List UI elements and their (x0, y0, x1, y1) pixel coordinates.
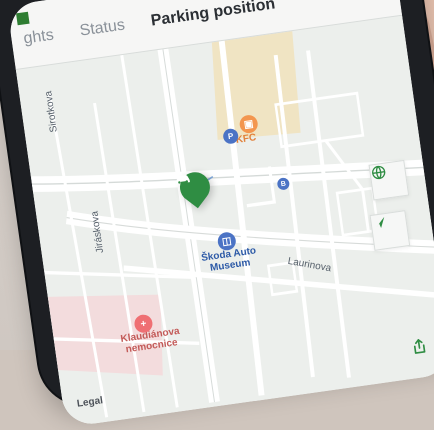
map-view[interactable]: Sirotkova Jiráskova Laurinova ▣ KFC ◫ Šk… (15, 14, 434, 428)
tab-parking-position[interactable]: Parking position (150, 0, 277, 31)
tab-lights[interactable]: ghts (22, 26, 54, 48)
phone-screen: ghts Status Parking position Sirotkova J… (6, 0, 434, 428)
globe-button[interactable] (368, 159, 410, 201)
navigation-button[interactable] (369, 210, 411, 251)
navigation-arrow-icon (375, 216, 385, 229)
share-button[interactable] (409, 336, 434, 361)
brand-logo (16, 11, 30, 26)
phone-device: ghts Status Parking position Sirotkova J… (0, 0, 434, 428)
globe-icon (372, 165, 386, 180)
parking-location-pin[interactable] (173, 166, 222, 230)
share-icon (413, 339, 426, 354)
tab-status[interactable]: Status (79, 16, 126, 40)
